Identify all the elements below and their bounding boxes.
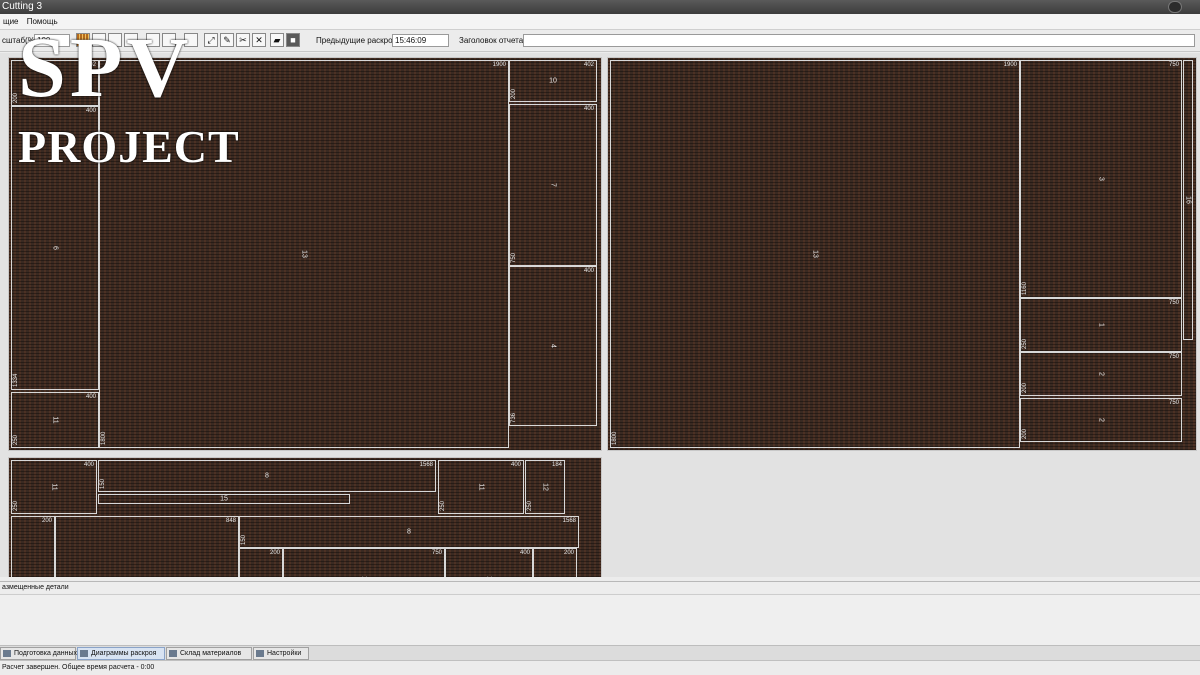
- part[interactable]: 16: [1183, 60, 1193, 340]
- previous-cuts-select[interactable]: 15:46:09: [392, 34, 449, 47]
- tool-button[interactable]: [146, 33, 160, 47]
- save-icon[interactable]: ■: [286, 33, 300, 47]
- sheet-3: 400 250 11 1568 150 8 15 400 250 11 184 250 12 2…: [8, 457, 602, 577]
- tool-button[interactable]: [162, 33, 176, 47]
- part[interactable]: 750 1160 3: [1020, 60, 1182, 298]
- tab-cutting-diagrams[interactable]: Диаграммы раскроя: [77, 647, 165, 660]
- tab-data-prep[interactable]: Подготовка данных: [0, 647, 77, 660]
- part[interactable]: 400 736 4: [509, 266, 597, 426]
- part[interactable]: 400 250 11: [11, 460, 97, 514]
- part[interactable]: 400 750 7: [509, 104, 597, 266]
- tab-settings[interactable]: Настройки: [253, 647, 309, 660]
- status-bar: Расчет завершен. Общее время расчета - 0…: [0, 660, 1200, 675]
- table-icon: [3, 650, 11, 657]
- part[interactable]: 1568 150 8: [239, 516, 579, 548]
- scale-label: сштаб(%): [2, 36, 38, 45]
- wrench-icon: [169, 650, 177, 657]
- part[interactable]: 200: [11, 516, 55, 577]
- report-title-label: Заголовок отчета: [459, 36, 524, 45]
- cutting-diagram-area: 402 200 400 1334 6 400 250 11 1900 1800 13 402 2…: [0, 53, 1200, 577]
- sheet-1: 402 200 400 1334 6 400 250 11 1900 1800 13 402 2…: [8, 57, 602, 451]
- part[interactable]: 400 250 11: [438, 460, 524, 514]
- unplaced-parts-label: азмещенные детали: [0, 581, 1200, 593]
- part[interactable]: 200: [533, 548, 577, 577]
- part[interactable]: 400 250 11: [11, 392, 99, 448]
- menu-item-help[interactable]: Помощь: [24, 14, 61, 30]
- part[interactable]: 1900 1800 13: [610, 60, 1020, 448]
- part[interactable]: 750 250 1: [1020, 298, 1182, 352]
- part[interactable]: 848: [55, 516, 239, 577]
- tab-materials-stock[interactable]: Склад материалов: [166, 647, 252, 660]
- gear-icon: [256, 650, 264, 657]
- part[interactable]: 402 200 10: [509, 60, 597, 102]
- part[interactable]: 4001: [445, 548, 533, 577]
- tool-button[interactable]: [92, 33, 106, 47]
- report-title-input[interactable]: [523, 34, 1195, 47]
- part[interactable]: 1568 150 8: [98, 460, 436, 492]
- sheet-view-icon[interactable]: [76, 33, 90, 47]
- part[interactable]: 1900 1800 13: [99, 60, 509, 448]
- previous-cuts-label: Предыдущие раскрои: [316, 36, 398, 45]
- part[interactable]: 750 200 2: [1020, 352, 1182, 396]
- pin-icon[interactable]: ✎: [220, 33, 234, 47]
- window-title: Cutting 3: [2, 1, 43, 12]
- part[interactable]: 402 200: [11, 60, 99, 106]
- menu-bar: щие Помощь: [0, 14, 1200, 30]
- part[interactable]: 15: [98, 494, 350, 504]
- close-window-button[interactable]: [1168, 1, 1182, 13]
- part[interactable]: 184 250 12: [525, 460, 565, 514]
- part[interactable]: 7501: [283, 548, 445, 577]
- scale-input[interactable]: 100: [34, 34, 70, 47]
- part[interactable]: 200: [239, 548, 283, 577]
- bottom-tabs: Подготовка данных Диаграммы раскроя Скла…: [0, 646, 1200, 660]
- part[interactable]: 750 200 2: [1020, 398, 1182, 442]
- cut-icon[interactable]: ✂: [236, 33, 250, 47]
- unplaced-parts-panel[interactable]: [0, 594, 1200, 646]
- tool-button[interactable]: [108, 33, 122, 47]
- tool-button[interactable]: [124, 33, 138, 47]
- menu-item-general[interactable]: щие: [0, 14, 22, 30]
- open-folder-icon[interactable]: ▰: [270, 33, 284, 47]
- move-icon[interactable]: ⤢: [204, 33, 218, 47]
- title-bar: Cutting 3: [0, 0, 1200, 14]
- tool-button[interactable]: [184, 33, 198, 47]
- grid-icon: [80, 650, 88, 657]
- sheet-2: 1900 1800 13 750 1160 3 16 750 250 1 750 200 2 7…: [607, 57, 1197, 451]
- delete-icon[interactable]: ✕: [252, 33, 266, 47]
- toolbar: сштаб(%) 100 ⤢ ✎ ✂ ✕ ▰ ■ Предыдущие раск…: [0, 30, 1200, 52]
- part[interactable]: 400 1334 6: [11, 106, 99, 390]
